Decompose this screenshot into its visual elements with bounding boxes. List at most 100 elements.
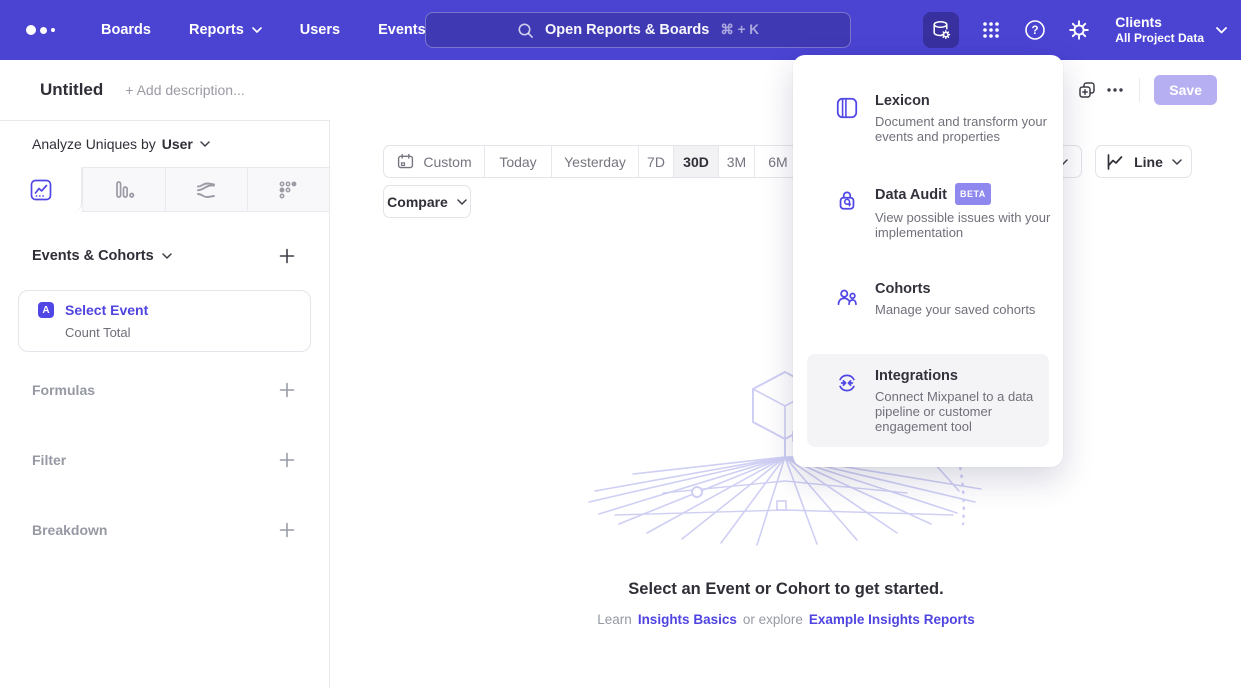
analyze-entity-dropdown[interactable]: User	[162, 136, 210, 152]
add-formula-button[interactable]	[277, 380, 297, 400]
count-total-dropdown[interactable]: Count Total	[65, 325, 310, 340]
nav-events[interactable]: Events	[378, 22, 426, 38]
menu-item-cohorts[interactable]: Cohorts Manage your saved cohorts	[807, 267, 1049, 330]
breakdown-label: Breakdown	[32, 522, 107, 538]
ellipsis-icon	[1105, 80, 1125, 100]
beta-badge: BETA	[955, 183, 991, 205]
range-30d[interactable]: 30D	[673, 146, 718, 177]
apps-grid-icon	[980, 19, 1002, 41]
more-options-button[interactable]	[1101, 76, 1129, 104]
mixpanel-logo[interactable]	[26, 25, 55, 35]
tab-flow-chart[interactable]	[165, 167, 247, 212]
help-icon: ?	[1023, 18, 1047, 42]
global-search-input[interactable]: Open Reports & Boards ⌘ + K	[425, 12, 851, 48]
mixpanel-insights-app: Boards Reports Users Events Open Reports…	[0, 0, 1241, 688]
empty-state-subtext: Learn Insights Basics or explore Example In…	[331, 612, 1241, 627]
learn-prefix: Learn	[597, 612, 632, 627]
query-builder-sidebar: Analyze Uniques by User	[0, 120, 330, 688]
menu-item-lexicon[interactable]: Lexicon Document and transform your even…	[807, 79, 1049, 157]
calendar-icon	[396, 152, 415, 171]
menu-item-desc: Document and transform your events and p…	[875, 114, 1057, 144]
analyze-label: Analyze Uniques by	[32, 136, 156, 152]
nav-boards[interactable]: Boards	[101, 22, 151, 38]
range-today[interactable]: Today	[484, 146, 551, 177]
data-management-menu: Lexicon Document and transform your even…	[793, 55, 1063, 467]
range-7d[interactable]: 7D	[638, 146, 673, 177]
chevron-down-icon	[1172, 159, 1182, 165]
range-custom[interactable]: Custom	[384, 146, 484, 177]
menu-item-title: Lexicon	[875, 92, 1057, 110]
line-chart-icon	[1105, 152, 1125, 172]
plus-icon	[279, 382, 295, 398]
chart-type-tabs	[0, 167, 329, 212]
add-breakdown-button[interactable]	[277, 520, 297, 540]
database-gear-icon	[929, 18, 953, 42]
line-chart-tab-icon	[29, 178, 53, 202]
compare-dropdown[interactable]: Compare	[383, 185, 471, 218]
analyze-row: Analyze Uniques by User	[0, 121, 329, 167]
add-event-button[interactable]	[277, 246, 297, 266]
menu-item-integrations[interactable]: Integrations Connect Mixpanel to a data …	[807, 354, 1049, 447]
plus-icon	[279, 452, 295, 468]
events-cohorts-header: Events & Cohorts	[0, 246, 329, 266]
tab-line-chart[interactable]	[0, 167, 82, 212]
range-yesterday[interactable]: Yesterday	[551, 146, 638, 177]
flow-tab-icon	[194, 178, 218, 202]
formulas-row: Formulas	[0, 380, 329, 400]
svg-text:?: ?	[1032, 25, 1039, 37]
nav-reports[interactable]: Reports	[189, 22, 262, 38]
plus-icon	[279, 522, 295, 538]
help-button[interactable]: ?	[1023, 18, 1047, 42]
date-range-control: Custom Today Yesterday 7D 30D 3M 6M	[383, 145, 802, 178]
breakdown-row: Breakdown	[0, 520, 329, 540]
project-selector[interactable]: Clients All Project Data	[1115, 14, 1227, 46]
apps-grid-button[interactable]	[979, 18, 1003, 42]
settings-button[interactable]	[1067, 18, 1091, 42]
event-series-badge: A	[38, 302, 54, 318]
data-audit-icon	[835, 187, 859, 213]
menu-item-data-audit[interactable]: Data Audit BETA View possible issues wit…	[807, 171, 1049, 253]
chevron-down-icon	[162, 253, 172, 259]
report-description-placeholder[interactable]: + Add description...	[125, 82, 244, 98]
range-3m[interactable]: 3M	[718, 146, 754, 177]
tab-scatter-chart[interactable]	[247, 167, 329, 212]
empty-state-headline: Select an Event or Cohort to get started…	[331, 580, 1241, 599]
chart-type-dropdown[interactable]: Line	[1095, 145, 1192, 178]
nav-users[interactable]: Users	[300, 22, 340, 38]
insights-basics-link[interactable]: Insights Basics	[638, 612, 737, 627]
search-icon	[517, 22, 534, 39]
add-filter-button[interactable]	[277, 450, 297, 470]
filter-row: Filter	[0, 450, 329, 470]
header-divider	[1139, 78, 1140, 102]
data-management-button[interactable]	[923, 12, 959, 48]
formulas-label: Formulas	[32, 382, 95, 398]
topbar-right-group: ? Clients All Project Data	[923, 0, 1227, 60]
select-event-button[interactable]: Select Event	[65, 302, 148, 318]
save-button[interactable]: Save	[1154, 75, 1217, 105]
menu-item-title: Integrations	[875, 367, 1057, 385]
filter-label: Filter	[32, 452, 66, 468]
event-card[interactable]: A Select Event Count Total	[18, 290, 311, 352]
chart-area: Custom Today Yesterday 7D 30D 3M 6M Comp…	[331, 120, 1241, 688]
duplicate-report-button[interactable]	[1073, 76, 1101, 104]
lexicon-icon	[835, 95, 859, 121]
project-name: Clients	[1115, 14, 1204, 31]
plus-icon	[279, 248, 295, 264]
menu-item-title: Data Audit	[875, 186, 947, 204]
chevron-down-icon	[200, 141, 210, 147]
top-nav: Boards Reports Users Events	[101, 22, 426, 38]
search-placeholder: Open Reports & Boards	[545, 22, 709, 38]
report-title[interactable]: Untitled	[40, 80, 103, 100]
cohorts-icon	[835, 283, 859, 309]
gear-icon	[1067, 18, 1091, 42]
example-reports-link[interactable]: Example Insights Reports	[809, 612, 975, 627]
search-shortcut: ⌘ + K	[720, 22, 759, 38]
chevron-down-icon	[457, 199, 467, 205]
duplicate-icon	[1077, 80, 1097, 100]
tab-bar-chart[interactable]	[82, 167, 164, 212]
integrations-icon	[835, 370, 859, 396]
top-navigation-bar: Boards Reports Users Events Open Reports…	[0, 0, 1241, 60]
middle-text: or explore	[743, 612, 803, 627]
events-cohorts-dropdown[interactable]: Events & Cohorts	[32, 248, 172, 264]
menu-item-desc: View possible issues with your implement…	[875, 210, 1057, 240]
